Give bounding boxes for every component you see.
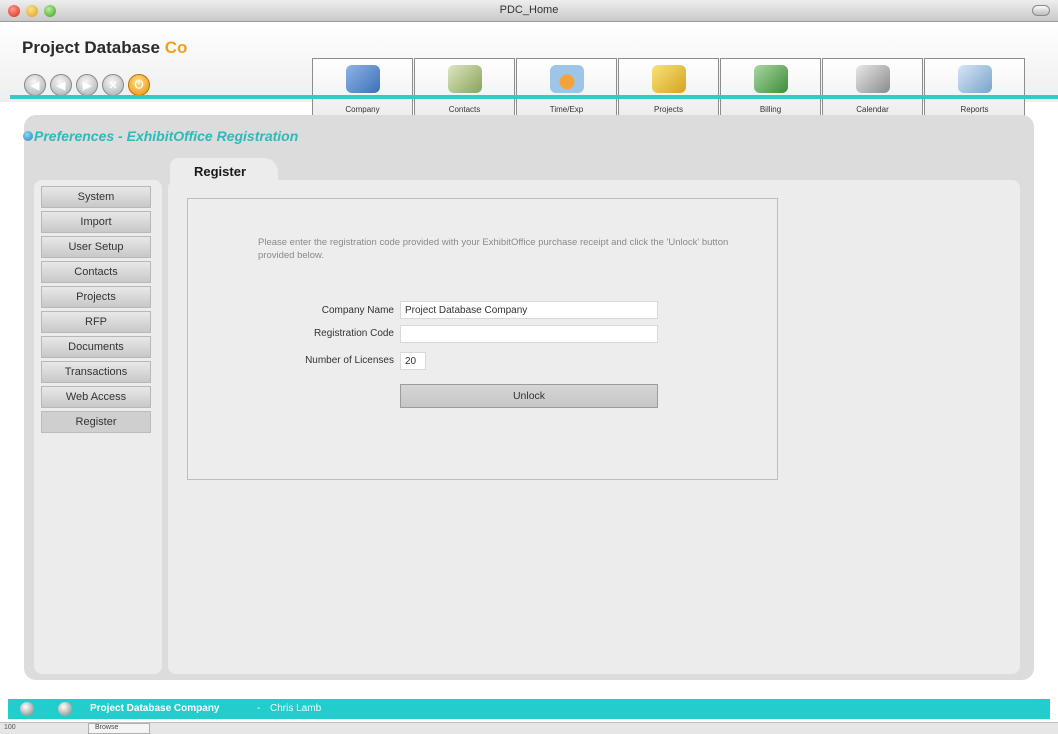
toolbar-projects-button[interactable]: Projects bbox=[618, 58, 719, 120]
sidebar-item-register[interactable]: Register bbox=[41, 411, 151, 433]
brand-name: Project Database bbox=[22, 38, 160, 57]
calendar-icon bbox=[856, 65, 890, 93]
help-icon[interactable] bbox=[58, 702, 72, 716]
toolbar-contacts-button[interactable]: Contacts bbox=[414, 58, 515, 120]
company-name-label: Company Name bbox=[321, 305, 394, 316]
header-divider bbox=[10, 95, 1058, 99]
time-exp-icon bbox=[550, 65, 584, 93]
projects-icon bbox=[652, 65, 686, 93]
close-icon[interactable]: ✕ bbox=[102, 74, 124, 96]
footer-bar: Project Database Company - Chris Lamb bbox=[8, 699, 1050, 719]
brand-logo: Project Database Co bbox=[22, 38, 187, 58]
app-header: Project Database Co ◀ ◀ ▶ ✕ ⏻ Company Co… bbox=[0, 22, 1058, 120]
sidebar-item-import[interactable]: Import bbox=[41, 211, 151, 233]
toolbar-time-exp-button[interactable]: Time/Exp bbox=[516, 58, 617, 120]
number-of-licenses-label: Number of Licenses bbox=[305, 355, 394, 366]
section-bullet-icon bbox=[23, 131, 33, 141]
toolbar-company-button[interactable]: Company bbox=[312, 58, 413, 120]
brand-suffix: Co bbox=[164, 38, 188, 57]
zoom-level[interactable]: 100 bbox=[4, 724, 16, 731]
registration-code-label: Registration Code bbox=[313, 328, 394, 339]
contacts-icon bbox=[448, 65, 482, 93]
registration-instructions: Please enter the registration code provi… bbox=[258, 237, 729, 261]
forward-icon[interactable]: ▶ bbox=[76, 74, 98, 96]
sidebar-item-documents[interactable]: Documents bbox=[41, 336, 151, 358]
module-toolbar: Company Contacts Time/Exp Projects Billi… bbox=[312, 58, 1026, 120]
window-titlebar: PDC_Home bbox=[0, 0, 1058, 22]
company-icon bbox=[346, 65, 380, 93]
toolbar-toggle-button[interactable] bbox=[1032, 5, 1050, 16]
toolbar-billing-button[interactable]: Billing bbox=[720, 58, 821, 120]
mode-selector[interactable]: Browse bbox=[88, 723, 150, 734]
toolbar-label: Calendar bbox=[856, 105, 889, 114]
footer-separator: - bbox=[257, 703, 261, 714]
power-icon[interactable]: ⏻ bbox=[128, 74, 150, 96]
unlock-button[interactable]: Unlock bbox=[400, 384, 658, 408]
sidebar-item-web-access[interactable]: Web Access bbox=[41, 386, 151, 408]
toolbar-label: Time/Exp bbox=[549, 105, 584, 114]
toolbar-label: Reports bbox=[960, 105, 989, 114]
sidebar-item-transactions[interactable]: Transactions bbox=[41, 361, 151, 383]
toolbar-reports-button[interactable]: Reports bbox=[924, 58, 1025, 120]
back-icon[interactable]: ◀ bbox=[50, 74, 72, 96]
toolbar-label: Billing bbox=[759, 105, 782, 114]
toolbar-calendar-button[interactable]: Calendar bbox=[822, 58, 923, 120]
toolbar-label: Contacts bbox=[448, 105, 481, 114]
sidebar-item-user-setup[interactable]: User Setup bbox=[41, 236, 151, 258]
sidebar-item-rfp[interactable]: RFP bbox=[41, 311, 151, 333]
tab-register[interactable]: Register bbox=[170, 158, 278, 184]
toolbar-label: Projects bbox=[654, 105, 683, 114]
first-record-icon[interactable]: ◀ bbox=[24, 74, 46, 96]
billing-icon bbox=[754, 65, 788, 93]
nav-buttons: ◀ ◀ ▶ ✕ ⏻ bbox=[24, 74, 150, 96]
number-of-licenses-field[interactable] bbox=[400, 352, 426, 370]
status-bar: 100 Browse bbox=[0, 722, 1058, 734]
toolbar-label: Company bbox=[345, 105, 380, 114]
sidebar-item-projects[interactable]: Projects bbox=[41, 286, 151, 308]
footer-company-name: Project Database Company bbox=[90, 703, 220, 714]
reports-icon bbox=[958, 65, 992, 93]
preferences-menu: System Import User Setup Contacts Projec… bbox=[41, 186, 153, 436]
sidebar-item-contacts[interactable]: Contacts bbox=[41, 261, 151, 283]
sidebar-item-system[interactable]: System bbox=[41, 186, 151, 208]
window-title: PDC_Home bbox=[499, 4, 559, 16]
page-title: Preferences - ExhibitOffice Registration bbox=[34, 128, 299, 144]
footer-user-name: Chris Lamb bbox=[270, 703, 322, 714]
home-icon[interactable] bbox=[20, 702, 34, 716]
registration-code-field[interactable] bbox=[400, 325, 658, 343]
company-name-field[interactable] bbox=[400, 301, 658, 319]
